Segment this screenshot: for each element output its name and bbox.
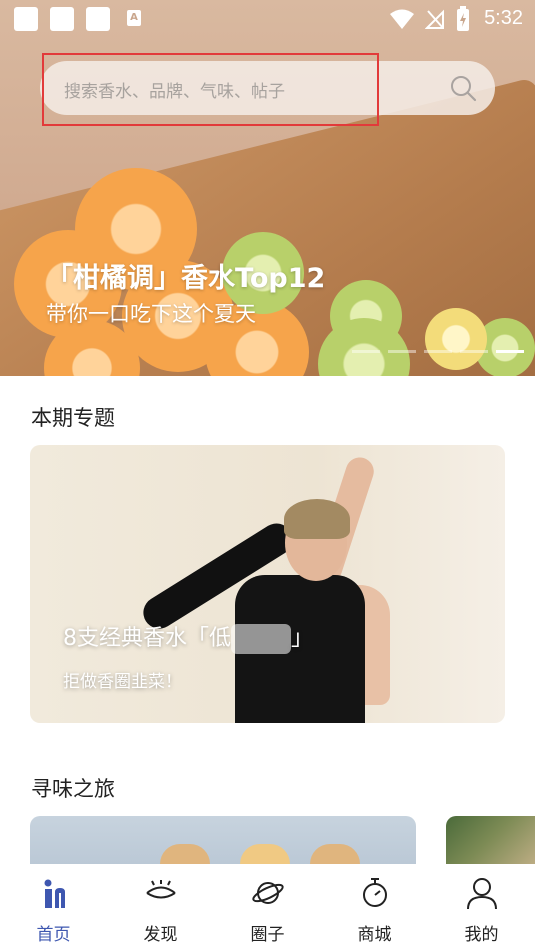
nav-item-discover[interactable]: 发现: [107, 864, 214, 952]
wifi-icon: [390, 9, 414, 29]
status-bar: A 5:32: [0, 0, 535, 38]
feature-card-title: 8支经典香水「低 」: [63, 620, 313, 654]
feature-card-title-end: 」: [291, 626, 314, 651]
feature-card-subtitle: 拒做香圈韭菜！: [63, 672, 182, 692]
nav-label: 发现: [143, 925, 178, 945]
notification-icon: [50, 7, 74, 31]
home-icon: [44, 879, 65, 908]
planet-icon: [251, 882, 284, 904]
section-title-feature: 本期专题: [31, 406, 115, 430]
carousel-dot: [424, 350, 452, 353]
nav-item-circle[interactable]: 圈子: [214, 864, 321, 952]
no-signal-icon: [425, 9, 444, 29]
battery-charging-icon: [457, 6, 469, 31]
eye-icon: [145, 880, 176, 899]
carousel-indicator: [352, 350, 524, 353]
nav-label: 我的: [464, 925, 499, 945]
person-icon: [466, 878, 497, 910]
carousel-dot-active: [496, 350, 524, 353]
nav-item-me[interactable]: 我的: [428, 864, 535, 952]
hero-title: 「柑橘调」香水Top12: [46, 263, 326, 294]
nav-label: 首页: [36, 925, 71, 945]
model-hair-image: [284, 499, 350, 539]
nav-item-shop[interactable]: 商城: [321, 864, 428, 952]
blurred-text: [231, 624, 291, 654]
carousel-dot: [352, 350, 380, 353]
keyboard-notification-icon: A: [127, 10, 141, 26]
section-title-journey: 寻味之旅: [31, 777, 115, 801]
nav-label: 圈子: [250, 925, 285, 945]
clock: 5:32: [484, 7, 523, 29]
stopwatch-icon: [362, 878, 387, 907]
annotation-highlight-box: [42, 53, 379, 126]
search-icon[interactable]: [449, 74, 477, 102]
notification-icon: [86, 7, 110, 31]
feature-card-title-start: 8支经典香水「低: [63, 626, 231, 651]
carousel-dot: [388, 350, 416, 353]
notification-icon: [14, 7, 38, 31]
hero-subtitle: 带你一口吃下这个夏天: [46, 302, 256, 326]
feature-card[interactable]: 8支经典香水「低 」 拒做香圈韭菜！: [30, 445, 505, 723]
carousel-dot: [460, 350, 488, 353]
nav-label: 商城: [357, 925, 392, 945]
lemon-slice-image: [425, 308, 487, 370]
bottom-nav: 首页 发现 圈子 商城 我的: [0, 864, 535, 952]
nav-item-home[interactable]: 首页: [0, 864, 107, 952]
